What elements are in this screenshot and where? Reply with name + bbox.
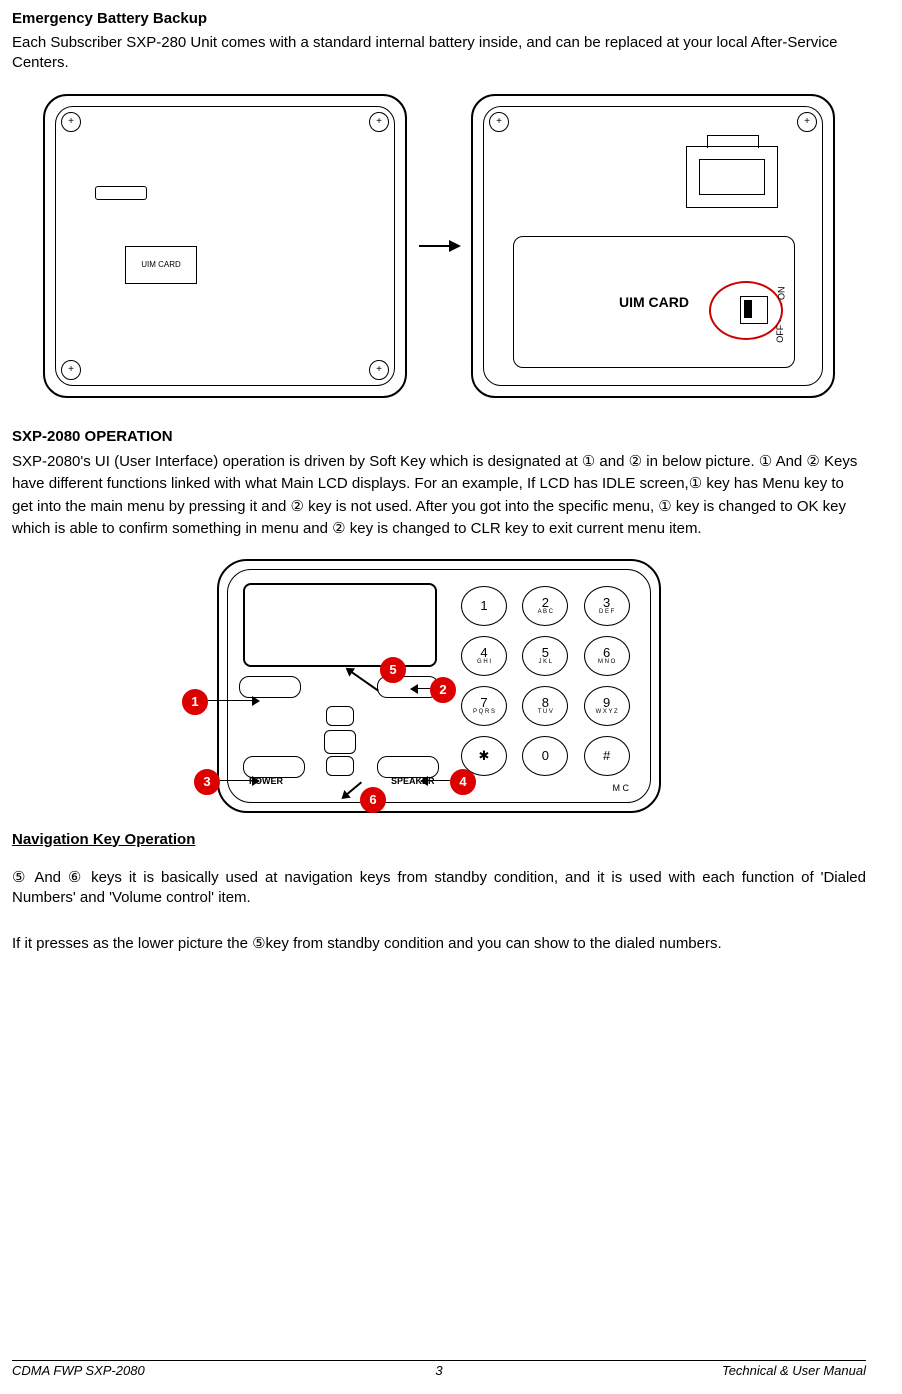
key-9: 9W X Y Z	[584, 686, 630, 726]
callout-4: 4	[450, 769, 476, 795]
key-0: 0	[522, 736, 568, 776]
lcd-screen	[243, 583, 437, 667]
device-back-closed: UIM CARD	[43, 94, 407, 398]
callout-line	[422, 780, 450, 782]
key-5: 5J K L	[522, 636, 568, 676]
key-1: 1	[461, 586, 507, 626]
figure-keypad: POWER SPEAKER 1 2A B C 3D E F 4G H I 5J …	[12, 559, 866, 813]
nav-cluster	[304, 706, 374, 776]
page-footer: CDMA FWP SXP-2080 3 Technical & User Man…	[12, 1360, 866, 1378]
heading-battery: Emergency Battery Backup	[12, 10, 866, 27]
mic-label: M C	[613, 783, 630, 793]
speaker-key	[377, 756, 439, 778]
arrow-right-icon	[419, 245, 459, 247]
numeric-keypad: 1 2A B C 3D E F 4G H I 5J K L 6M N O 7P …	[461, 586, 631, 776]
callout-6: 6	[360, 787, 386, 813]
port-jack	[686, 146, 778, 208]
screw-icon	[797, 112, 817, 132]
callout-line	[220, 780, 258, 782]
nav-body-1: ⑤ And ⑥ keys it is basically used at nav…	[12, 868, 866, 909]
power-switch	[740, 296, 768, 324]
nav-down-key	[326, 756, 354, 776]
screw-icon	[369, 360, 389, 380]
nav-up-key	[326, 706, 354, 726]
callout-line	[208, 700, 258, 702]
card-slot	[95, 186, 147, 200]
key-7: 7P Q R S	[461, 686, 507, 726]
off-label: OFF ·	[774, 319, 784, 343]
battery-body: Each Subscriber SXP-280 Unit comes with …	[12, 33, 866, 74]
key-6: 6M N O	[584, 636, 630, 676]
screw-icon	[61, 112, 81, 132]
screw-icon	[489, 112, 509, 132]
key-8: 8T U V	[522, 686, 568, 726]
key-3: 3D E F	[584, 586, 630, 626]
softkey-left	[239, 676, 301, 698]
device-back-open: UIM CARD OFF · · ON	[471, 94, 835, 398]
heading-navkey: Navigation Key Operation	[12, 831, 866, 848]
operation-body: SXP-2080's UI (User Interface) operation…	[12, 451, 866, 541]
screw-icon	[61, 360, 81, 380]
callout-5: 5	[380, 657, 406, 683]
footer-left: CDMA FWP SXP-2080	[12, 1363, 145, 1378]
callout-3: 3	[194, 769, 220, 795]
key-hash: #	[584, 736, 630, 776]
callout-line	[412, 688, 430, 690]
callout-1: 1	[182, 689, 208, 715]
screw-icon	[369, 112, 389, 132]
uim-label-small: UIM CARD	[125, 246, 197, 284]
figure-uim-card: UIM CARD UIM CARD OFF · · ON	[12, 94, 866, 398]
key-4: 4G H I	[461, 636, 507, 676]
footer-right: Technical & User Manual	[722, 1363, 866, 1378]
power-key	[243, 756, 305, 778]
on-label: · ON	[777, 286, 787, 305]
nav-center-key	[324, 730, 356, 754]
nav-body-2: If it presses as the lower picture the ⑤…	[12, 934, 866, 954]
heading-operation: SXP-2080 OPERATION	[12, 428, 866, 445]
callout-2: 2	[430, 677, 456, 703]
footer-page-number: 3	[435, 1363, 442, 1378]
key-2: 2A B C	[522, 586, 568, 626]
